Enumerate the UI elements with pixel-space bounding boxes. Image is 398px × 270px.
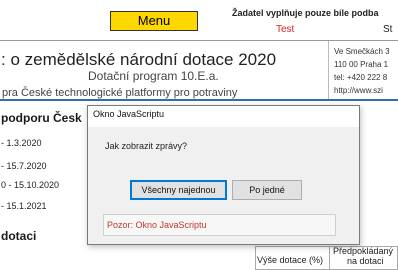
menu-button[interactable]: Menu bbox=[110, 11, 198, 31]
program-name: Dotační program 10.E.a. bbox=[88, 69, 219, 83]
address-line: 110 00 Praha 1 bbox=[334, 60, 389, 69]
address-line: tel: +420 222 8 bbox=[334, 73, 388, 82]
platform-name: pra České technologické platformy pro po… bbox=[2, 87, 238, 99]
date-item: - 15.7.2020 bbox=[1, 161, 47, 171]
one-by-one-button[interactable]: Po jedné bbox=[232, 180, 302, 200]
header-divider bbox=[0, 40, 398, 41]
table-header-subsidy-percent: Výše dotace (%) bbox=[257, 255, 324, 265]
table-header-expected-line1: Předpokládaný bbox=[333, 246, 394, 256]
test-label[interactable]: Test bbox=[276, 24, 294, 35]
section-heading-support: podporu Česk bbox=[1, 111, 82, 125]
address-line: Ve Smečkách 3 bbox=[334, 47, 390, 56]
table-header-expected: Předpokládaný na dotaci bbox=[333, 246, 393, 266]
st-label: St bbox=[383, 24, 393, 35]
address-link[interactable]: http://www.szi bbox=[334, 86, 383, 95]
address-divider bbox=[328, 41, 329, 99]
fill-notice: Žadatel vyplňuje pouze bíle podba bbox=[232, 8, 379, 18]
dialog-message: Jak zobrazit zprávy? bbox=[105, 141, 188, 151]
table-header-expected-line2: na dotaci bbox=[347, 256, 384, 266]
section-divider bbox=[0, 99, 398, 101]
section-heading-dotaci: dotaci bbox=[1, 229, 37, 243]
table-column-divider bbox=[329, 246, 330, 270]
date-item: 0 - 15.10.2020 bbox=[1, 180, 60, 190]
warning-text: Pozor: Okno JavaScriptu bbox=[107, 220, 207, 230]
show-all-button[interactable]: Všechny najednou bbox=[130, 180, 227, 200]
date-item: - 1.3.2020 bbox=[1, 138, 42, 148]
dialog-title: Okno JavaScriptu bbox=[93, 109, 165, 119]
date-item: - 15.1.2021 bbox=[1, 201, 47, 211]
form-title: : o zemědělské národní dotace 2020 bbox=[1, 50, 277, 69]
